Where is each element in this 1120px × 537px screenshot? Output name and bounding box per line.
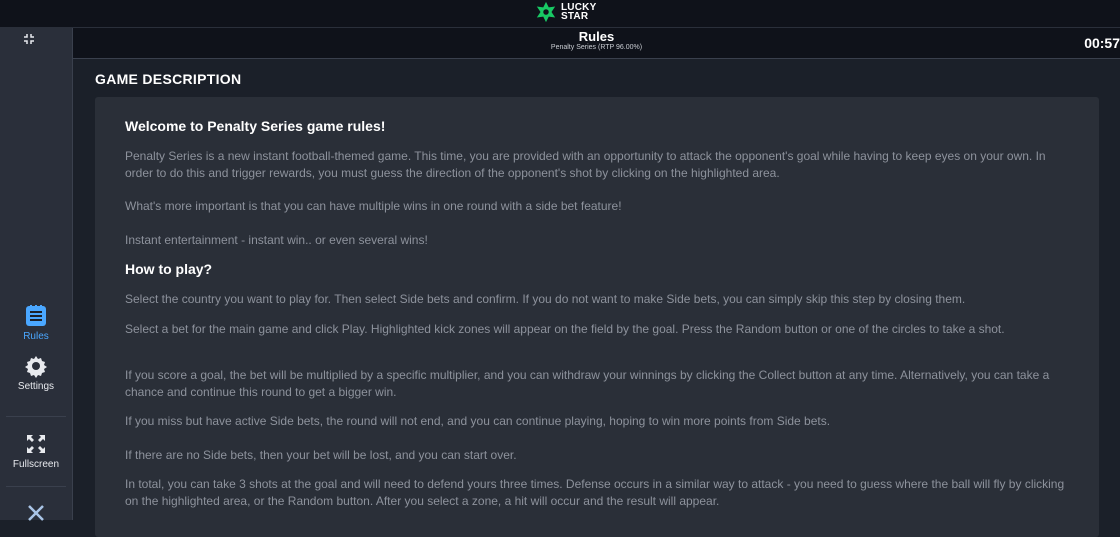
sidebar-item-label: Rules xyxy=(23,331,49,342)
sidebar-item-label: Fullscreen xyxy=(12,459,60,470)
rules-icon xyxy=(26,305,46,326)
sidebar-item-rules[interactable]: Rules xyxy=(0,304,72,342)
logo-text: LUCKY STAR xyxy=(561,3,596,22)
page-header: Rules Penalty Series (RTP 96.00%) 00:57 xyxy=(73,28,1120,59)
fullscreen-icon xyxy=(27,435,45,453)
page-title: Rules xyxy=(578,29,615,44)
sidebar-item-settings[interactable]: Settings xyxy=(0,354,72,392)
star-logo-icon xyxy=(536,1,556,23)
logo-line2: STAR xyxy=(561,11,589,22)
sidebar-item-label: Settings xyxy=(17,381,55,392)
close-button[interactable] xyxy=(0,503,72,526)
collapse-icon[interactable] xyxy=(22,32,36,46)
sidebar-divider xyxy=(6,416,66,417)
close-icon xyxy=(28,505,44,521)
sidebar-divider xyxy=(6,486,66,487)
how-to-play-heading: How to play? xyxy=(125,261,213,277)
rules-paragraph: Penalty Series is a new instant football… xyxy=(125,149,1046,180)
rules-paragraph: If there are no Side bets, then your bet… xyxy=(125,448,517,462)
rules-paragraph: Select the country you want to play for.… xyxy=(125,292,966,306)
rules-paragraph: If you miss but have active Side bets, t… xyxy=(125,414,831,428)
top-bar: LUCKY STAR xyxy=(0,0,1120,28)
rules-paragraph: Select a bet for the main game and click… xyxy=(125,322,1005,336)
sidebar: Rules Settings Fullscreen xyxy=(0,28,73,521)
rules-content-card[interactable]: Welcome to Penalty Series game rules! Pe… xyxy=(95,97,1099,537)
sidebar-item-fullscreen[interactable]: Fullscreen xyxy=(0,432,72,470)
page-subtitle: Penalty Series (RTP 96.00%) xyxy=(550,44,643,51)
gear-icon xyxy=(25,356,47,378)
rules-paragraph: In total, you can take 3 shots at the go… xyxy=(125,477,1065,508)
rules-paragraph: Instant entertainment - instant win.. or… xyxy=(125,233,428,247)
lucky-star-logo: LUCKY STAR xyxy=(535,0,596,24)
welcome-heading: Welcome to Penalty Series game rules! xyxy=(125,118,386,134)
section-title: GAME DESCRIPTION xyxy=(95,71,242,87)
rules-paragraph: What's more important is that you can ha… xyxy=(125,199,622,213)
session-timer: 00:57 xyxy=(1084,35,1120,51)
rules-paragraph: If you score a goal, the bet will be mul… xyxy=(125,368,1050,399)
